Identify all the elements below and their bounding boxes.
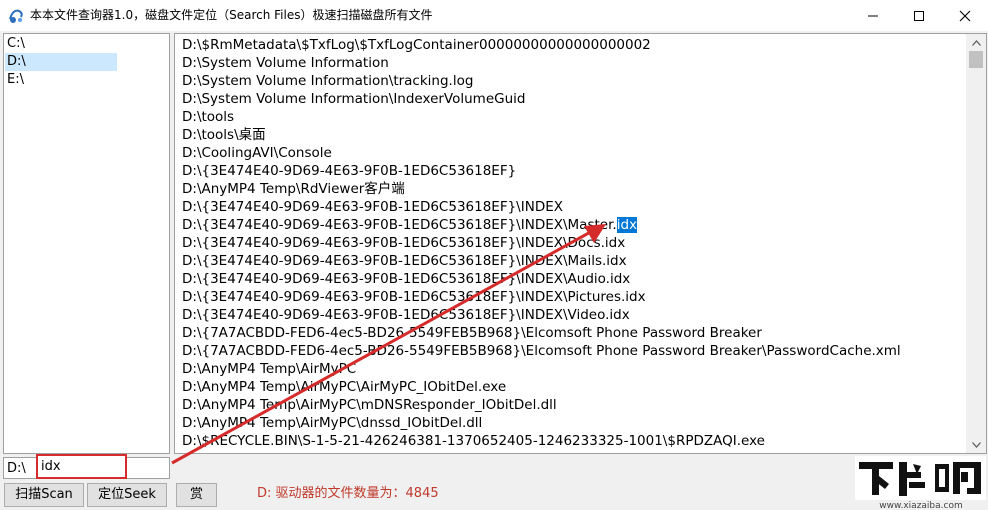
watermark-logo: www.xiazaiba.com [849, 454, 988, 510]
seek-button[interactable]: 定位Seek [87, 483, 167, 507]
file-row[interactable]: D:\{7A7ACBDD-FED6-4ec5-BD26-5549FEB5B968… [182, 324, 901, 342]
file-row[interactable]: D:\AnyMP4 Temp\RdViewer客户端 [182, 180, 901, 198]
file-row[interactable]: D:\{3E474E40-9D69-4E63-9F0B-1ED6C53618EF… [182, 216, 901, 234]
scan-button[interactable]: 扫描Scan [4, 483, 84, 507]
close-icon [959, 10, 971, 21]
file-list[interactable]: D:\$RmMetadata\$TxfLog\$TxfLogContainer0… [174, 33, 987, 454]
path-prefix: D:\ [7, 461, 26, 476]
scroll-up-button[interactable] [966, 34, 986, 51]
file-row[interactable]: D:\AnyMP4 Temp\AirMyPC\dnssd_IObitDel.dl… [182, 414, 901, 432]
maximize-button[interactable] [896, 0, 942, 31]
file-row[interactable]: D:\{3E474E40-9D69-4E63-9F0B-1ED6C53618EF… [182, 252, 901, 270]
file-row[interactable]: D:\{3E474E40-9D69-4E63-9F0B-1ED6C53618EF… [182, 288, 901, 306]
file-row[interactable]: D:\System Volume Information\WPSettings.… [182, 450, 901, 453]
file-row[interactable]: D:\tools [182, 108, 901, 126]
file-row[interactable]: D:\{3E474E40-9D69-4E63-9F0B-1ED6C53618EF… [182, 234, 901, 252]
file-row[interactable]: D:\System Volume Information\IndexerVolu… [182, 90, 901, 108]
scroll-down-button[interactable] [966, 436, 986, 453]
title-bar: 本本文件查询器1.0，磁盘文件定位（Search Files）极速扫描磁盘所有文… [0, 0, 988, 31]
file-row[interactable]: D:\{3E474E40-9D69-4E63-9F0B-1ED6C53618EF… [182, 198, 901, 216]
chevron-up-icon [971, 39, 981, 46]
chevron-down-icon [971, 441, 981, 448]
app-logo-icon [9, 9, 23, 23]
file-rows: D:\$RmMetadata\$TxfLog\$TxfLogContainer0… [182, 36, 901, 453]
reward-button[interactable]: 赏 [176, 483, 217, 507]
close-button[interactable] [942, 0, 988, 31]
svg-text:www.xiazaiba.com: www.xiazaiba.com [879, 501, 963, 510]
drive-item-d[interactable]: D:\ [5, 53, 117, 71]
file-row[interactable]: D:\$RmMetadata\$TxfLog\$TxfLogContainer0… [182, 36, 901, 54]
search-input[interactable] [36, 454, 127, 479]
drive-list[interactable]: C:\ D:\ E:\ [3, 33, 170, 454]
vertical-scrollbar[interactable] [966, 34, 986, 453]
minimize-icon [868, 15, 878, 16]
file-row[interactable]: D:\{3E474E40-9D69-4E63-9F0B-1ED6C53618EF… [182, 270, 901, 288]
file-row[interactable]: D:\{3E474E40-9D69-4E63-9F0B-1ED6C53618EF… [182, 162, 901, 180]
file-row[interactable]: D:\AnyMP4 Temp\AirMyPC\AirMyPC_IObitDel.… [182, 378, 901, 396]
file-row[interactable]: D:\CoolingAVI\Console [182, 144, 901, 162]
search-match-highlight: idx [616, 217, 638, 233]
file-row[interactable]: D:\tools\桌面 [182, 126, 901, 144]
watermark-logo-graphic: www.xiazaiba.com [855, 456, 986, 510]
drive-item-e[interactable]: E:\ [5, 71, 117, 89]
file-row[interactable]: D:\AnyMP4 Temp\AirMyPC\mDNSResponder_IOb… [182, 396, 901, 414]
file-row[interactable]: D:\AnyMP4 Temp\AirMyPC [182, 360, 901, 378]
file-row[interactable]: D:\System Volume Information [182, 54, 901, 72]
file-row[interactable]: D:\System Volume Information\tracking.lo… [182, 72, 901, 90]
file-row[interactable]: D:\{3E474E40-9D69-4E63-9F0B-1ED6C53618EF… [182, 306, 901, 324]
maximize-icon [914, 10, 924, 21]
file-row-path: D:\{3E474E40-9D69-4E63-9F0B-1ED6C53618EF… [182, 217, 617, 233]
minimize-button[interactable] [850, 0, 896, 31]
drive-item-c[interactable]: C:\ [5, 35, 117, 53]
window-title: 本本文件查询器1.0，磁盘文件定位（Search Files）极速扫描磁盘所有文… [30, 8, 433, 22]
file-row[interactable]: D:\$RECYCLE.BIN\S-1-5-21-426246381-13706… [182, 432, 901, 450]
file-row[interactable]: D:\{7A7ACBDD-FED6-4ec5-BD26-5549FEB5B968… [182, 342, 901, 360]
status-text: D: 驱动器的文件数量为：4845 [257, 486, 439, 501]
scroll-thumb[interactable] [969, 51, 983, 68]
